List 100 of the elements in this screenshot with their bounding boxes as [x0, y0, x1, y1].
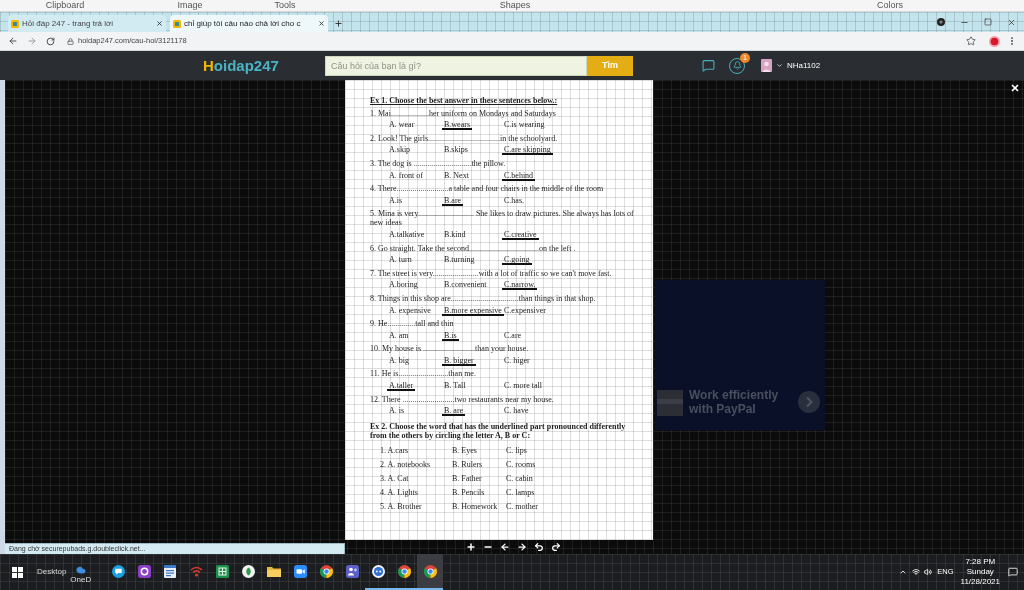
username[interactable]: NHa1102	[787, 59, 821, 72]
exercise-title: Ex 2. Choose the word that has the underlined part pronounced differently from the others by circling the letter A, B or C:	[370, 422, 627, 441]
rotate-right-icon[interactable]	[550, 542, 561, 552]
answer-option: C.has.	[502, 196, 526, 206]
answer-option: B.are	[442, 196, 464, 206]
cloud-label: OneD	[70, 574, 92, 584]
browser-icon	[397, 564, 411, 578]
answer-option: A. wear	[387, 121, 417, 131]
chat-icon[interactable]	[702, 59, 715, 72]
browser-tab[interactable]: Hỏi đáp 247 - trang trả lời	[8, 15, 166, 32]
answer-option: C.are	[502, 331, 524, 341]
word-option: C. lips	[506, 446, 527, 456]
start-icon[interactable]	[12, 566, 23, 578]
close-window-icon[interactable]	[1007, 17, 1016, 27]
answer-option: A. turn	[387, 256, 414, 266]
browser-icon	[319, 564, 333, 578]
site-logo[interactable]: Hoidap247	[203, 56, 293, 75]
volume-icon[interactable]	[924, 568, 933, 576]
answer-option: C.is wearing	[502, 121, 547, 131]
notification-icon[interactable]	[1008, 567, 1018, 577]
cloud-icon[interactable]	[75, 564, 86, 575]
question-text: 11. He is.........................than me.	[370, 369, 477, 379]
answer-option: C.expensiver	[502, 306, 548, 316]
network-icon[interactable]	[912, 568, 921, 576]
browser-icon	[423, 564, 437, 578]
favicon-icon	[173, 19, 181, 28]
arrow-circle-icon[interactable]	[798, 391, 820, 413]
close-tab-icon[interactable]	[156, 20, 163, 27]
word-option: C. cabin	[506, 474, 533, 484]
clock-time[interactable]: 7:28 PM	[965, 557, 996, 567]
profile-icon[interactable]	[989, 35, 1000, 47]
word-option: C. lamps	[506, 488, 535, 498]
search-field[interactable]: Câu hỏi của bạn là gì?	[325, 55, 587, 76]
answer-option: B.more expensive	[442, 306, 504, 316]
question-text: 12. There ..........................two restaurants near my house.	[370, 394, 555, 404]
dot-icon[interactable]	[937, 18, 945, 26]
question-text: 5. Mina is very............................ She likes to draw pictures. She always has lots of new ideas	[370, 209, 635, 228]
chevron-up-icon[interactable]	[899, 568, 908, 576]
card-icon	[657, 390, 683, 416]
question-text: 7. The street is very.......................with a lot of traffic so we can't move fast.	[370, 268, 613, 278]
zoom-in-icon[interactable]	[465, 542, 476, 552]
word-option: C. mother	[506, 502, 538, 512]
browser-tab[interactable]: chỉ giúp tôi câu nào chả lời cho c	[170, 15, 328, 32]
answer-option: B. are	[442, 407, 466, 417]
answer-option: A. front of	[387, 171, 425, 181]
signal-icon	[189, 565, 203, 577]
desktop-label[interactable]: Desktop	[37, 566, 67, 578]
answer-option: A.is	[387, 196, 405, 206]
clock-day[interactable]: Sunday	[966, 567, 994, 577]
question-text: 9. He..............tall and thin	[370, 319, 455, 329]
answer-option: C.are skipping	[502, 146, 553, 156]
word-option: B. Father	[452, 474, 482, 484]
ribbon-group-label: Image	[177, 0, 203, 11]
clock-date[interactable]: 11/28/2021	[960, 577, 1000, 587]
ribbon-group-label: Shapes	[499, 0, 531, 11]
answer-option: A. big	[387, 356, 411, 366]
close-tab-icon[interactable]	[318, 20, 325, 27]
maximize-icon[interactable]	[984, 18, 992, 26]
dots-app-icon	[371, 564, 385, 578]
rotate-left-icon[interactable]	[533, 542, 544, 552]
caret-icon[interactable]	[776, 62, 783, 69]
word-option: C. rooms	[506, 460, 536, 470]
answer-option: A. is	[387, 407, 407, 417]
answer-option: B. bigger	[442, 356, 476, 366]
star-icon[interactable]	[966, 36, 976, 46]
question-text: 10. My house is ..........................than your house.	[370, 344, 530, 354]
people-app-icon	[345, 564, 359, 578]
answer-option: A.skip	[387, 146, 413, 156]
answer-option: C. more tall	[502, 382, 544, 392]
word-option: B. Pencils	[452, 488, 485, 498]
leaf-app-icon	[241, 564, 255, 578]
answer-option: C.behind	[502, 171, 536, 181]
favicon-icon	[11, 19, 19, 28]
taskbar-app-button[interactable]	[417, 554, 444, 590]
answer-option: B.turning	[442, 256, 477, 266]
ribbon-group-label: Colors	[877, 0, 903, 11]
arrow-left-icon[interactable]	[499, 542, 510, 552]
answer-option: B.convenient	[442, 281, 489, 291]
question-text: 1. Mai...................her uniform on Mondays and Saturdays	[370, 108, 557, 118]
answer-option: A.talkative	[387, 230, 427, 240]
ad-headline: Work efficiently	[689, 388, 780, 402]
word-option: 4. A. Lights	[380, 488, 418, 498]
answer-option: B.wears	[442, 121, 472, 131]
chat-app-icon	[111, 564, 125, 578]
ribbon-group-label: Clipboard	[45, 0, 85, 11]
ring-app-icon	[137, 564, 151, 578]
ad-subline: with PayPal	[689, 402, 757, 416]
video-camera-icon	[293, 564, 307, 578]
new-tab-icon[interactable]	[334, 19, 343, 28]
lock-icon[interactable]	[67, 37, 74, 45]
arrow-right-icon[interactable]	[516, 542, 527, 552]
question-text: 4. There..........................a table and four chairs in the middle of the room	[370, 184, 605, 194]
word-option: 2. A. notebooks	[380, 460, 431, 470]
answer-option: B. Tall	[442, 382, 468, 392]
answer-option: C.creative	[502, 230, 539, 240]
reload-icon[interactable]	[46, 36, 55, 46]
close-icon[interactable]	[1010, 83, 1020, 93]
answer-option: C.narrow.	[502, 281, 538, 291]
back-icon[interactable]	[8, 36, 18, 46]
answer-option: A.taller	[387, 382, 416, 392]
